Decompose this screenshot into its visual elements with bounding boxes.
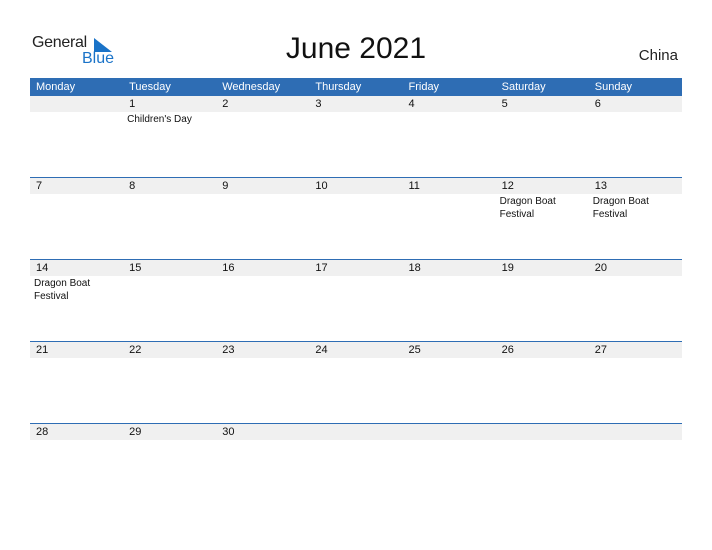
day-number: 26: [501, 344, 514, 356]
day-number: 6: [594, 98, 601, 110]
day-number: 10: [315, 180, 328, 192]
holiday-label: [123, 358, 216, 359]
week-row: 7 8 9 10 11 12 13 Dragon Boat Festival Dragon Bo…: [30, 177, 682, 259]
event-strip: Dragon Boat Festival: [30, 276, 682, 303]
weekday-tuesday: Tuesday: [129, 81, 171, 93]
event-strip: [30, 358, 682, 359]
day-number: 7: [36, 180, 43, 192]
day-number: 24: [315, 344, 328, 356]
holiday-label: Dragon Boat Festival: [499, 196, 556, 220]
day-number: 25: [408, 344, 421, 356]
holiday-label: [309, 112, 402, 126]
week-row: 1 2 3 4 5 6 Children's Day: [30, 96, 682, 177]
holiday-label: [309, 358, 402, 359]
day-number: 4: [408, 98, 415, 110]
calendar-title: June 2021: [285, 32, 427, 65]
holiday-label: [496, 112, 589, 126]
holiday-label: [30, 112, 123, 126]
day-number: 20: [594, 262, 607, 274]
week-row: 28 29 30: [30, 423, 682, 505]
day-number: 12: [501, 180, 514, 192]
weekday-sunday: Sunday: [594, 81, 633, 93]
holiday-label: [496, 440, 589, 441]
holiday-label: [216, 276, 309, 303]
calendar-grid: Monday Tuesday Wednesday Thursday Friday…: [30, 78, 682, 505]
day-number: 23: [222, 344, 235, 356]
holiday-label: Dragon Boat Festival: [592, 196, 649, 220]
day-number: 19: [501, 262, 514, 274]
holiday-label: [309, 194, 402, 221]
day-number: 17: [315, 262, 328, 274]
holiday-label: [216, 358, 309, 359]
day-number-strip: 7 8 9 10 11 12 13: [30, 178, 682, 194]
holiday-label: [496, 276, 589, 303]
holiday-label: [589, 276, 682, 303]
holiday-label: [403, 440, 496, 441]
day-number: 18: [408, 262, 421, 274]
day-number: 14: [36, 262, 49, 274]
holiday-label: [216, 440, 309, 441]
event-strip: Dragon Boat Festival Dragon Boat Festival: [30, 194, 682, 221]
holiday-label: [30, 358, 123, 359]
holiday-label: [216, 112, 309, 126]
day-number-strip: 28 29 30: [30, 424, 682, 440]
weekday-saturday: Saturday: [501, 81, 546, 93]
day-number: [403, 424, 496, 440]
weekday-wednesday: Wednesday: [222, 81, 281, 93]
holiday-label: [309, 276, 402, 303]
day-number: [496, 424, 589, 440]
holiday-label: [30, 440, 123, 441]
weekday-thursday: Thursday: [315, 81, 362, 93]
day-number: 29: [129, 426, 142, 438]
day-number: 13: [594, 180, 607, 192]
holiday-label: [216, 194, 309, 221]
day-number: 16: [222, 262, 235, 274]
day-number-strip: 21 22 23 24 25 26 27: [30, 342, 682, 358]
holiday-label: [309, 440, 402, 441]
day-number: 22: [129, 344, 142, 356]
holiday-label: [589, 358, 682, 359]
day-number: [30, 96, 123, 112]
day-number: 28: [36, 426, 49, 438]
holiday-label: [30, 194, 123, 221]
day-number: 27: [594, 344, 607, 356]
day-number: 30: [222, 426, 235, 438]
holiday-label: [403, 276, 496, 303]
holiday-label: [589, 112, 682, 126]
holiday-label: [589, 440, 682, 441]
day-number: 3: [315, 98, 322, 110]
holiday-label: [123, 194, 216, 221]
day-number-strip: 1 2 3 4 5 6: [30, 96, 682, 112]
holiday-label: [403, 194, 496, 221]
event-strip: Children's Day: [30, 112, 682, 126]
day-number: 11: [408, 180, 420, 192]
holiday-label: [496, 358, 589, 359]
holiday-label: [123, 440, 216, 441]
event-strip: [30, 440, 682, 441]
day-number-strip: 14 15 16 17 18 19 20: [30, 260, 682, 276]
day-number: 15: [129, 262, 142, 274]
holiday-label: Children's Day: [127, 114, 192, 125]
country-label: China: [638, 47, 678, 64]
day-number: 8: [129, 180, 136, 192]
week-row: 14 15 16 17 18 19 20 Dragon Boat Festival: [30, 259, 682, 341]
day-number: [589, 424, 682, 440]
holiday-label: [123, 276, 216, 303]
holiday-label: [403, 112, 496, 126]
holiday-label: [403, 358, 496, 359]
day-number: 9: [222, 180, 229, 192]
day-number: 21: [36, 344, 49, 356]
day-number: 1: [129, 98, 136, 110]
week-row: 21 22 23 24 25 26 27: [30, 341, 682, 423]
weekday-header: Monday Tuesday Wednesday Thursday Friday…: [30, 78, 682, 96]
day-number: [309, 424, 402, 440]
weekday-monday: Monday: [36, 81, 76, 93]
weekday-friday: Friday: [408, 81, 440, 93]
holiday-label: Dragon Boat Festival: [34, 278, 91, 302]
day-number: 2: [222, 98, 229, 110]
day-number: 5: [501, 98, 508, 110]
